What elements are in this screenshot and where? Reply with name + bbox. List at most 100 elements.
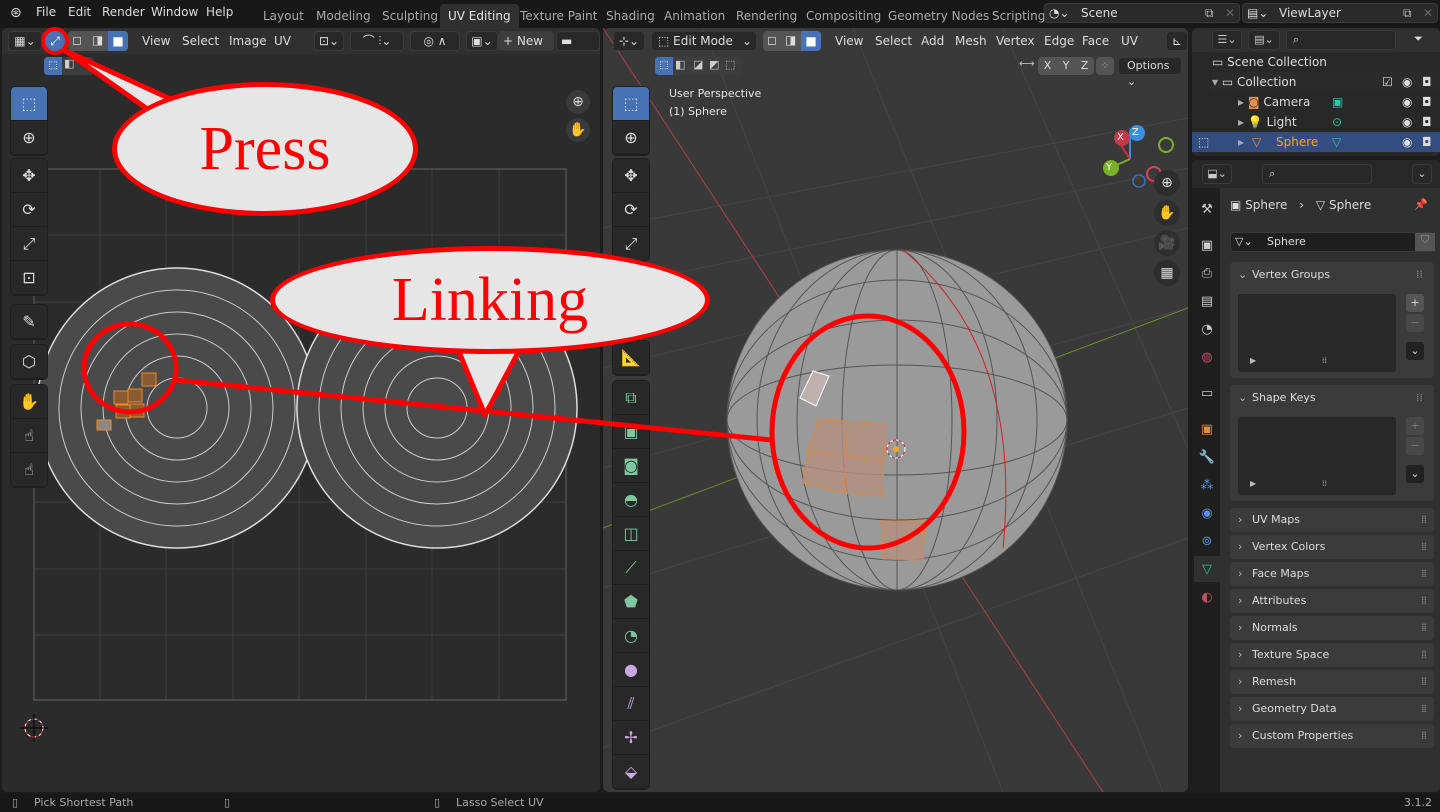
chevron-down-icon[interactable]: ⌄ [1412, 164, 1432, 184]
mesh-datablock-field[interactable]: ▽⌄ Sphere ⛉ [1230, 232, 1435, 252]
bevel-tool[interactable]: ◓ [613, 483, 649, 517]
eye-icon[interactable]: ◉ [1402, 112, 1412, 132]
annotate-tool[interactable]: ✎ [11, 305, 47, 339]
viewport-menu-vertex[interactable]: Vertex [996, 31, 1035, 51]
menu-render[interactable]: Render [102, 5, 145, 19]
panel-texture-space[interactable]: › Texture Space ⁞⁞ [1230, 643, 1434, 667]
menu-window[interactable]: Window [151, 5, 198, 19]
cursor-tool[interactable]: ⊕ [11, 121, 47, 155]
tab-scripting[interactable]: Scripting [984, 4, 1053, 28]
expand-icon[interactable]: ▸ [1238, 132, 1244, 152]
shrink-fatten-tool[interactable]: ✢ [613, 721, 649, 755]
scale-tool[interactable]: ⤢ [11, 227, 47, 261]
panel-custom-properties[interactable]: › Custom Properties ⁞⁞ [1230, 724, 1434, 748]
drag-grip-icon[interactable]: ⁞⁞ [1421, 589, 1427, 613]
select-subtract-icon[interactable]: ◪ [693, 58, 703, 71]
drag-grip-icon[interactable]: ⁞⁞ [1421, 616, 1427, 640]
drag-grip-icon[interactable]: ⁞⁞ [1421, 562, 1427, 586]
pivot-icon[interactable]: ⊡⌄ [314, 31, 344, 51]
select-intersect-icon[interactable]: ⬚ [725, 58, 735, 71]
resize-grip-icon[interactable]: ⁞⁞ [1322, 356, 1327, 365]
add-cube-tool[interactable]: ⧉ [613, 381, 649, 415]
properties-search-input[interactable]: ⌕ [1262, 164, 1372, 184]
remove-shape-key-button[interactable]: − [1406, 437, 1424, 455]
physics-tab-icon[interactable]: ◉ [1196, 502, 1218, 524]
panel-uv-maps[interactable]: › UV Maps ⁞⁞ [1230, 508, 1434, 532]
drag-grip-icon[interactable]: ⁞⁞ [1416, 391, 1423, 404]
scene-name[interactable]: Scene [1081, 4, 1118, 22]
tab-shading[interactable]: Shading [598, 4, 663, 28]
eye-icon[interactable]: ◉ [1402, 92, 1412, 112]
add-shape-key-button[interactable]: + [1406, 417, 1424, 435]
copy-icon[interactable]: ⧉ [1205, 4, 1214, 22]
proportional-edit-icon[interactable]: ◎ ∧ [410, 31, 460, 51]
editor-type-icon[interactable]: ⬓⌄ [1202, 164, 1232, 184]
panel-face-maps[interactable]: › Face Maps ⁞⁞ [1230, 562, 1434, 586]
options-dropdown[interactable]: Options ⌄ [1118, 57, 1182, 88]
tab-uv-editing[interactable]: UV Editing [440, 4, 519, 28]
outliner-collection[interactable]: ▾ ▭ Collection ☑ ◉ ◘ [1212, 72, 1440, 92]
topology-mirror-icon[interactable]: ⁘ [1096, 57, 1114, 75]
mirror-y-toggle[interactable]: Y [1063, 57, 1070, 75]
close-icon[interactable]: ✕ [1423, 4, 1433, 22]
select-box-tool[interactable]: ⬚ [613, 87, 649, 121]
menu-help[interactable]: Help [206, 5, 233, 19]
panel-geometry-data[interactable]: › Geometry Data ⁞⁞ [1230, 697, 1434, 721]
edge-slide-tool[interactable]: ⫽ [613, 687, 649, 721]
filter-view-icon[interactable]: ▤⌄ [1248, 30, 1280, 50]
viewport-menu-edge[interactable]: Edge [1044, 31, 1074, 51]
camera-render-icon[interactable]: ◘ [1422, 72, 1432, 92]
outliner-scene-collection[interactable]: ▭ Scene Collection [1212, 52, 1440, 72]
camera-render-icon[interactable]: ◘ [1422, 132, 1432, 152]
relax-tool[interactable]: ☝ [11, 419, 47, 453]
uv-menu-image[interactable]: Image [229, 31, 267, 51]
drag-grip-icon[interactable]: ⁞⁞ [1421, 697, 1427, 721]
transform-orientation-icon[interactable]: ⊾ [1166, 31, 1188, 51]
mode-selector[interactable]: ⬚ Edit Mode ⌄ [651, 31, 757, 51]
vertex-group-specials-button[interactable]: ⌄ [1406, 342, 1424, 360]
checkbox-icon[interactable]: ☑ [1382, 72, 1393, 92]
copy-icon[interactable]: ⧉ [1403, 4, 1412, 22]
snap-icon[interactable]: ⌒ ⫶⌄ [350, 31, 404, 51]
select-extend-icon[interactable]: ◧ [64, 57, 74, 70]
extrude-tool[interactable]: ▣ [613, 415, 649, 449]
play-icon[interactable]: ▶ [1250, 356, 1256, 365]
move-tool[interactable]: ✥ [613, 159, 649, 193]
shape-key-specials-button[interactable]: ⌄ [1406, 465, 1424, 483]
eye-icon[interactable]: ◉ [1402, 72, 1412, 92]
viewport-menu-add[interactable]: Add [921, 31, 944, 51]
expand-icon[interactable]: ▾ [1212, 75, 1222, 89]
tab-modeling[interactable]: Modeling [308, 4, 379, 28]
new-image-button[interactable]: + New [498, 31, 554, 51]
expand-icon[interactable]: ▸ [1238, 95, 1248, 109]
knife-tool[interactable]: ⟋ [613, 551, 649, 585]
poly-build-tool[interactable]: ⬟ [613, 585, 649, 619]
particles-tab-icon[interactable]: ⁂ [1196, 474, 1218, 496]
tab-rendering[interactable]: Rendering [728, 4, 805, 28]
panel-attributes[interactable]: › Attributes ⁞⁞ [1230, 589, 1434, 613]
uv-menu-select[interactable]: Select [182, 31, 219, 51]
face-select-icon[interactable]: ■ [108, 31, 128, 51]
viewport-menu-mesh[interactable]: Mesh [955, 31, 987, 51]
panel-vertex-colors[interactable]: › Vertex Colors ⁞⁞ [1230, 535, 1434, 559]
scene-selector[interactable]: ◔⌄ Scene ⧉ ✕ [1044, 3, 1240, 23]
outliner-item-camera[interactable]: ▸ ◙ Camera ▣ ◉ ◘ [1238, 92, 1440, 112]
add-vertex-group-button[interactable]: + [1406, 294, 1424, 312]
eye-icon[interactable]: ◉ [1402, 132, 1412, 152]
measure-tool[interactable]: 📐 [613, 341, 649, 375]
panel-normals[interactable]: › Normals ⁞⁞ [1230, 616, 1434, 640]
viewport-menu-face[interactable]: Face [1082, 31, 1109, 51]
3d-viewport[interactable]: Z X Y ⊹⌄ ⬚ Edit Mode ⌄ ◻ ◨ ■ View Select … [603, 28, 1188, 792]
render-tab-icon[interactable]: ▣ [1196, 234, 1218, 256]
fake-user-shield-icon[interactable]: ⛉ [1415, 233, 1435, 251]
rip-tool[interactable]: ⬡ [11, 345, 47, 379]
panel-title[interactable]: Shape Keys [1252, 391, 1316, 404]
smooth-tool[interactable]: ● [613, 653, 649, 687]
drag-grip-icon[interactable]: ⁞⁞ [1421, 670, 1427, 694]
zoom-icon[interactable]: ⊕ [1154, 170, 1180, 196]
edge-select-icon[interactable]: ◨ [785, 33, 796, 47]
scene-tab-icon[interactable]: ◔ [1196, 318, 1218, 340]
drag-grip-icon[interactable]: ⁞⁞ [1421, 724, 1427, 748]
modifier-tab-icon[interactable]: 🔧 [1196, 446, 1218, 468]
close-icon[interactable]: ✕ [1225, 4, 1235, 22]
